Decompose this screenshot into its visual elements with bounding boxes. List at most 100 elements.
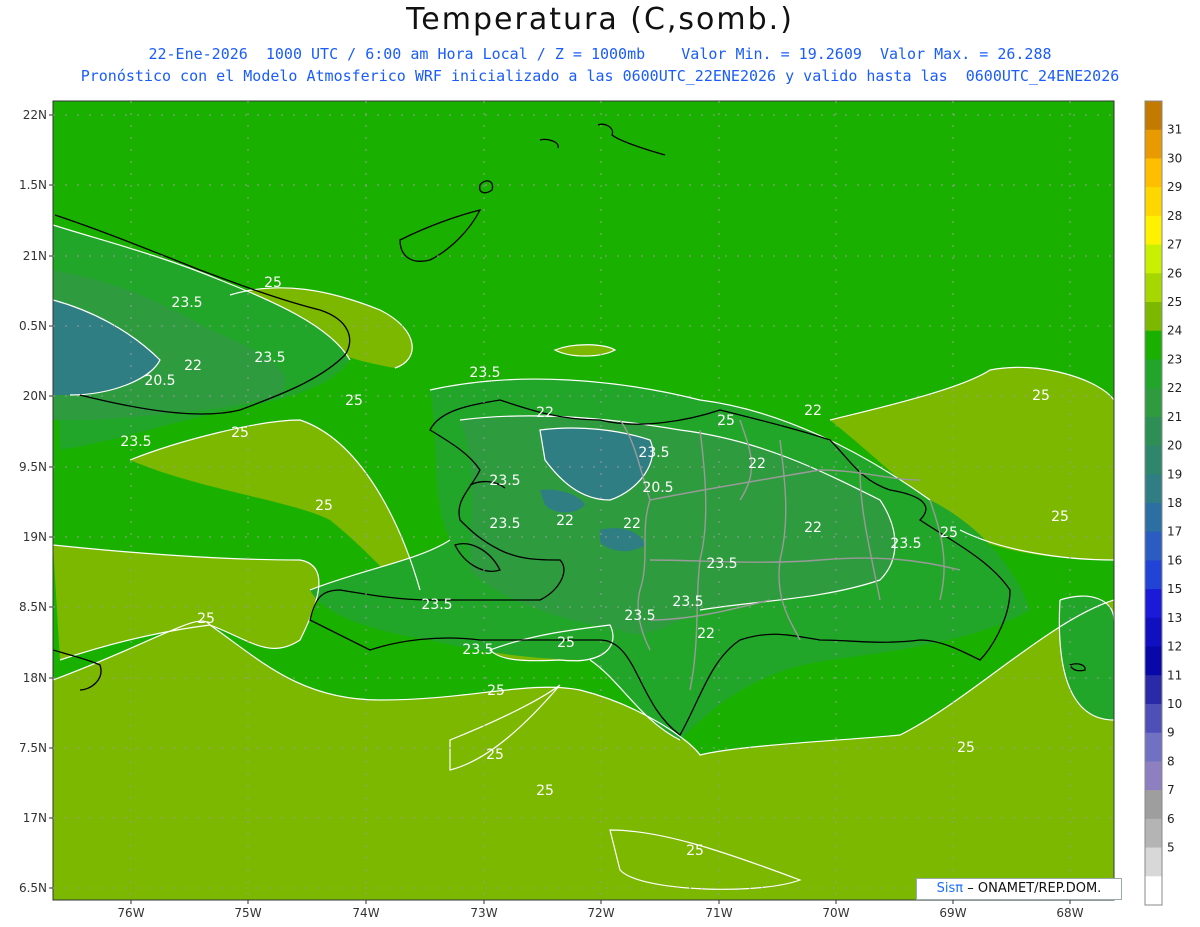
colorbar-label: 27 [1167,238,1182,252]
colorbar-swatch [1145,531,1162,561]
colorbar-swatch [1145,790,1162,820]
colorbar-label: 19 [1167,467,1182,481]
contour-label: 23.5 [706,556,737,572]
contour-label: 25 [557,635,575,651]
contour-label: 22 [536,405,554,421]
colorbar-label: 8 [1167,754,1175,768]
contour-label: 25 [1032,388,1050,404]
contour-label: 25 [717,413,735,429]
lon-tick-label: 71W [705,906,732,920]
colorbar-swatch [1145,388,1162,418]
colorbar-label: 23 [1167,352,1182,366]
colorbar-swatch [1145,560,1162,590]
contour-label: 25 [315,498,333,514]
contour-label: 25 [536,783,554,799]
contour-label: 23.5 [489,516,520,532]
lon-tick-label: 70W [822,906,849,920]
lat-tick-label: 22N [23,108,47,122]
lon-tick-label: 76W [117,906,144,920]
contour-label: 25 [957,740,975,756]
colorbar-swatch [1145,617,1162,648]
colorbar-label: 5 [1167,841,1175,855]
colorbar-swatch [1145,847,1162,877]
colorbar-label: 10 [1167,697,1182,711]
colorbar-swatch [1145,675,1162,705]
contour-label: 22 [623,516,641,532]
lat-tick-label: 0.5N [19,319,47,333]
lon-tick-label: 72W [587,906,614,920]
lat-tick-label: 6.5N [19,881,47,895]
colorbar-label: 31 [1167,123,1182,137]
colorbar-swatch [1145,474,1162,504]
contour-label: 25 [940,525,958,541]
contour-label: 22 [556,513,574,529]
contour-label: 23.5 [421,597,452,613]
lon-tick-label: 75W [234,906,261,920]
contour-label: 23.5 [171,295,202,311]
colorbar-swatch [1145,330,1162,360]
contour-label: 23.5 [890,536,921,552]
colorbar-label: 22 [1167,381,1182,395]
contour-label: 22 [804,520,822,536]
lon-tick-label: 73W [470,906,497,920]
lon-tick-label: 74W [352,906,379,920]
colorbar-swatch [1145,445,1162,475]
colorbar-label: 6 [1167,812,1175,826]
colorbar-swatch [1145,503,1162,533]
colorbar-swatch [1145,302,1162,332]
contour-label: 25 [197,611,215,627]
lat-tick-label: 7.5N [19,741,47,755]
lat-tick-label: 18N [23,671,47,685]
colorbar-label: 7 [1167,783,1175,797]
contour-label: 25 [686,843,704,859]
colorbar: 31 30 29 28 27 26 25 24 23 22 21 20 19 18 17 16 15 13 12 11… [1144,100,1182,906]
contour-label: 25 [1051,509,1069,525]
contour-label: 23.5 [120,434,151,450]
lon-tick-label: 68W [1056,906,1083,920]
lon-tick-label: 69W [939,906,966,920]
lat-tick-label: 21N [23,249,47,263]
colorbar-label: 11 [1167,668,1182,682]
credit-brand: Sisπ [936,881,964,896]
colorbar-label: 18 [1167,496,1182,510]
contour-label: 22 [748,456,766,472]
lat-tick-label: 19N [23,530,47,544]
colorbar-label: 30 [1167,151,1182,165]
lat-tick-label: 20N [23,389,47,403]
contour-label: 23.5 [462,642,493,658]
contour-label: 25 [345,393,363,409]
colorbar-swatch [1145,129,1162,159]
colorbar-swatch [1145,818,1162,849]
credit-box: Sisπ – ONAMET/REP.DOM. [916,878,1122,900]
colorbar-swatch [1145,704,1162,734]
colorbar-swatch [1145,101,1162,131]
contour-label: 23.5 [638,445,669,461]
map-field [53,101,1114,900]
colorbar-swatch [1145,416,1162,447]
colorbar-swatch [1145,158,1162,188]
contour-label: 20.5 [642,480,673,496]
colorbar-swatch [1145,876,1162,906]
colorbar-swatch [1145,215,1162,246]
contour-label: 23.5 [254,350,285,366]
colorbar-swatch [1145,187,1162,217]
contour-label: 25 [487,683,505,699]
colorbar-label: 13 [1167,611,1182,625]
colorbar-swatch [1145,273,1162,303]
temperature-map: 25 23.5 22 20.5 23.5 25 25 23.5 25 23.5 22 23.5 25 22… [19,100,1182,920]
colorbar-swatch [1145,589,1162,619]
colorbar-swatch [1145,732,1162,762]
contour-label: 20.5 [144,373,175,389]
colorbar-label: 15 [1167,582,1182,596]
colorbar-label: 17 [1167,525,1182,539]
contour-label: 22 [184,358,202,374]
contour-label: 25 [486,747,504,763]
contour-label: 22 [697,626,715,642]
lat-tick-label: 9.5N [19,460,47,474]
contour-label: 23.5 [624,608,655,624]
colorbar-label: 12 [1167,640,1182,654]
colorbar-label: 26 [1167,266,1182,280]
colorbar-swatch [1145,244,1162,274]
colorbar-swatch [1145,646,1162,676]
colorbar-label: 28 [1167,209,1182,223]
